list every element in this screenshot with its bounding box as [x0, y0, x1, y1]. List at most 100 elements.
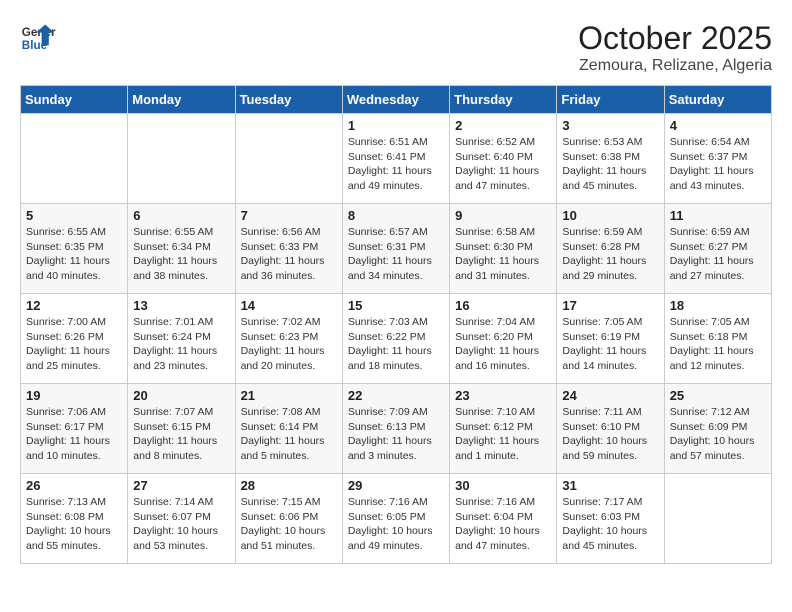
day-info: Sunrise: 7:17 AM Sunset: 6:03 PM Dayligh…: [562, 495, 658, 554]
title-area: October 2025 Zemoura, Relizane, Algeria: [578, 20, 772, 75]
day-info: Sunrise: 7:16 AM Sunset: 6:05 PM Dayligh…: [348, 495, 444, 554]
day-number: 11: [670, 208, 766, 223]
day-info: Sunrise: 6:55 AM Sunset: 6:34 PM Dayligh…: [133, 225, 229, 284]
day-number: 23: [455, 388, 551, 403]
day-info: Sunrise: 6:52 AM Sunset: 6:40 PM Dayligh…: [455, 135, 551, 194]
weekday-header-cell: Sunday: [21, 86, 128, 114]
day-info: Sunrise: 6:56 AM Sunset: 6:33 PM Dayligh…: [241, 225, 337, 284]
weekday-header-cell: Monday: [128, 86, 235, 114]
calendar-cell: 1Sunrise: 6:51 AM Sunset: 6:41 PM Daylig…: [342, 114, 449, 204]
calendar-cell: 15 Sunrise: 7:03 AM Sunset: 6:22 PM Dayli…: [342, 294, 449, 384]
day-info: Sunrise: 7:03 AM Sunset: 6:22 PM Dayligh…: [348, 315, 444, 374]
day-info: Sunrise: 7:15 AM Sunset: 6:06 PM Dayligh…: [241, 495, 337, 554]
day-number: 8: [348, 208, 444, 223]
day-info: Sunrise: 6:53 AM Sunset: 6:38 PM Dayligh…: [562, 135, 658, 194]
day-info: Sunrise: 7:08 AM Sunset: 6:14 PM Dayligh…: [241, 405, 337, 464]
day-number: 4: [670, 118, 766, 133]
day-info: Sunrise: 7:04 AM Sunset: 6:20 PM Dayligh…: [455, 315, 551, 374]
calendar-cell: 7 Sunrise: 6:56 AM Sunset: 6:33 PM Daylig…: [235, 204, 342, 294]
weekday-header-cell: Wednesday: [342, 86, 449, 114]
day-info: Sunrise: 6:59 AM Sunset: 6:28 PM Dayligh…: [562, 225, 658, 284]
calendar-table: SundayMondayTuesdayWednesdayThursdayFrid…: [20, 85, 772, 564]
location: Zemoura, Relizane, Algeria: [578, 57, 772, 75]
day-number: 15: [348, 298, 444, 313]
day-number: 21: [241, 388, 337, 403]
calendar-cell: 9 Sunrise: 6:58 AM Sunset: 6:30 PM Daylig…: [450, 204, 557, 294]
calendar-cell: 11Sunrise: 6:59 AM Sunset: 6:27 PM Dayli…: [664, 204, 771, 294]
calendar-week-row: 26Sunrise: 7:13 AM Sunset: 6:08 PM Dayli…: [21, 474, 772, 564]
day-info: Sunrise: 6:55 AM Sunset: 6:35 PM Dayligh…: [26, 225, 122, 284]
day-number: 7: [241, 208, 337, 223]
day-info: Sunrise: 7:06 AM Sunset: 6:17 PM Dayligh…: [26, 405, 122, 464]
day-number: 31: [562, 478, 658, 493]
calendar-cell: 18Sunrise: 7:05 AM Sunset: 6:18 PM Dayli…: [664, 294, 771, 384]
calendar-cell: 16 Sunrise: 7:04 AM Sunset: 6:20 PM Dayli…: [450, 294, 557, 384]
day-number: 14: [241, 298, 337, 313]
day-number: 9: [455, 208, 551, 223]
day-info: Sunrise: 7:07 AM Sunset: 6:15 PM Dayligh…: [133, 405, 229, 464]
calendar-cell: 4 Sunrise: 6:54 AM Sunset: 6:37 PM Daylig…: [664, 114, 771, 204]
day-number: 12: [26, 298, 122, 313]
calendar-cell: 13 Sunrise: 7:01 AM Sunset: 6:24 PM Dayli…: [128, 294, 235, 384]
day-info: Sunrise: 7:09 AM Sunset: 6:13 PM Dayligh…: [348, 405, 444, 464]
day-number: 10: [562, 208, 658, 223]
calendar-cell: 17 Sunrise: 7:05 AM Sunset: 6:19 PM Dayli…: [557, 294, 664, 384]
day-info: Sunrise: 7:16 AM Sunset: 6:04 PM Dayligh…: [455, 495, 551, 554]
calendar-cell: [21, 114, 128, 204]
calendar-cell: 21 Sunrise: 7:08 AM Sunset: 6:14 PM Dayli…: [235, 384, 342, 474]
day-number: 6: [133, 208, 229, 223]
logo: General Blue: [20, 20, 56, 56]
calendar-cell: [128, 114, 235, 204]
calendar-cell: 30 Sunrise: 7:16 AM Sunset: 6:04 PM Dayli…: [450, 474, 557, 564]
day-info: Sunrise: 6:57 AM Sunset: 6:31 PM Dayligh…: [348, 225, 444, 284]
day-number: 16: [455, 298, 551, 313]
day-number: 17: [562, 298, 658, 313]
day-number: 1: [348, 118, 444, 133]
day-number: 5: [26, 208, 122, 223]
calendar-cell: [664, 474, 771, 564]
weekday-header-cell: Tuesday: [235, 86, 342, 114]
day-number: 18: [670, 298, 766, 313]
day-number: 20: [133, 388, 229, 403]
day-info: Sunrise: 7:10 AM Sunset: 6:12 PM Dayligh…: [455, 405, 551, 464]
day-number: 27: [133, 478, 229, 493]
day-info: Sunrise: 7:14 AM Sunset: 6:07 PM Dayligh…: [133, 495, 229, 554]
calendar-cell: 31 Sunrise: 7:17 AM Sunset: 6:03 PM Dayli…: [557, 474, 664, 564]
calendar-cell: 29 Sunrise: 7:16 AM Sunset: 6:05 PM Dayli…: [342, 474, 449, 564]
calendar-cell: 25Sunrise: 7:12 AM Sunset: 6:09 PM Dayli…: [664, 384, 771, 474]
day-info: Sunrise: 7:12 AM Sunset: 6:09 PM Dayligh…: [670, 405, 766, 464]
day-number: 13: [133, 298, 229, 313]
calendar-week-row: 19 Sunrise: 7:06 AM Sunset: 6:17 PM Dayli…: [21, 384, 772, 474]
calendar-cell: 28Sunrise: 7:15 AM Sunset: 6:06 PM Dayli…: [235, 474, 342, 564]
day-info: Sunrise: 7:13 AM Sunset: 6:08 PM Dayligh…: [26, 495, 122, 554]
weekday-header-cell: Thursday: [450, 86, 557, 114]
calendar-week-row: 12 Sunrise: 7:00 AM Sunset: 6:26 PM Dayli…: [21, 294, 772, 384]
day-number: 3: [562, 118, 658, 133]
calendar-cell: 27 Sunrise: 7:14 AM Sunset: 6:07 PM Dayli…: [128, 474, 235, 564]
calendar-cell: 3 Sunrise: 6:53 AM Sunset: 6:38 PM Daylig…: [557, 114, 664, 204]
calendar-cell: 19 Sunrise: 7:06 AM Sunset: 6:17 PM Dayli…: [21, 384, 128, 474]
day-info: Sunrise: 7:05 AM Sunset: 6:19 PM Dayligh…: [562, 315, 658, 374]
calendar-cell: [235, 114, 342, 204]
page-header: General Blue October 2025 Zemoura, Reliz…: [20, 20, 772, 75]
calendar-cell: 14 Sunrise: 7:02 AM Sunset: 6:23 PM Dayli…: [235, 294, 342, 384]
day-number: 30: [455, 478, 551, 493]
day-number: 22: [348, 388, 444, 403]
calendar-cell: 2Sunrise: 6:52 AM Sunset: 6:40 PM Daylig…: [450, 114, 557, 204]
calendar-cell: 24 Sunrise: 7:11 AM Sunset: 6:10 PM Dayli…: [557, 384, 664, 474]
day-info: Sunrise: 7:02 AM Sunset: 6:23 PM Dayligh…: [241, 315, 337, 374]
day-info: Sunrise: 6:58 AM Sunset: 6:30 PM Dayligh…: [455, 225, 551, 284]
calendar-cell: 6 Sunrise: 6:55 AM Sunset: 6:34 PM Daylig…: [128, 204, 235, 294]
calendar-body: 1Sunrise: 6:51 AM Sunset: 6:41 PM Daylig…: [21, 114, 772, 564]
calendar-cell: 23 Sunrise: 7:10 AM Sunset: 6:12 PM Dayli…: [450, 384, 557, 474]
day-number: 29: [348, 478, 444, 493]
svg-text:General: General: [22, 26, 56, 39]
calendar-week-row: 1Sunrise: 6:51 AM Sunset: 6:41 PM Daylig…: [21, 114, 772, 204]
day-number: 19: [26, 388, 122, 403]
day-number: 24: [562, 388, 658, 403]
day-info: Sunrise: 7:11 AM Sunset: 6:10 PM Dayligh…: [562, 405, 658, 464]
day-info: Sunrise: 7:01 AM Sunset: 6:24 PM Dayligh…: [133, 315, 229, 374]
day-info: Sunrise: 6:54 AM Sunset: 6:37 PM Dayligh…: [670, 135, 766, 194]
calendar-cell: 26Sunrise: 7:13 AM Sunset: 6:08 PM Dayli…: [21, 474, 128, 564]
day-info: Sunrise: 7:00 AM Sunset: 6:26 PM Dayligh…: [26, 315, 122, 374]
